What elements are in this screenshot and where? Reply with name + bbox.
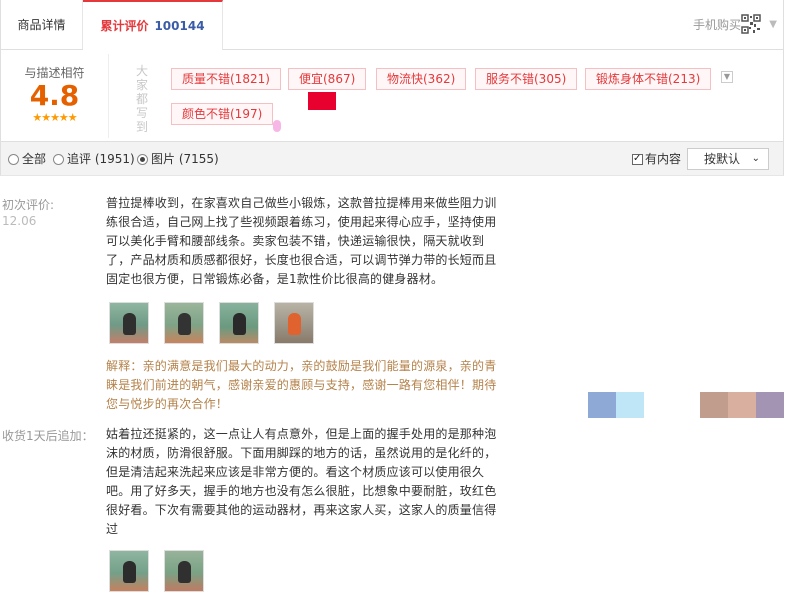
review-image[interactable] [219,302,259,344]
tag-quality[interactable]: 质量不错(1821) [171,68,281,90]
filter-images-label: 图片 (7155) [151,152,219,166]
color-swatch [700,392,728,418]
color-swatch [616,392,644,418]
tag-fast-shipping[interactable]: 物流快(362) [376,68,467,90]
review-line: 普拉提棒收到，在家喜欢自己做些小锻炼，这款普拉提棒用来做些阻力训 [106,196,497,210]
reply-line: 您与悦步的再次合作！ [106,397,229,411]
review-line: 但是清洁起来洗起来应该是非常方便的。看这个材质应该可以使用很久 [106,465,485,479]
tag-good-service[interactable]: 服务不错(305) [475,68,578,90]
chevron-down-icon[interactable]: ▼ [769,19,777,30]
radio-icon[interactable] [8,154,19,165]
tab-bar: 商品详情 累计评价 100144 手机购买 ▼ [0,0,784,50]
tag-exercise[interactable]: 锻炼身体不错(213) [585,68,712,90]
color-swatch [728,392,756,418]
qr-code-icon[interactable] [741,14,761,34]
reply-line: 睐是我们前进的朝气，感谢亲爱的惠顾与支持，感谢一路有您相伴！期待 [106,378,497,392]
star-icon: ★★★★★ [32,111,77,124]
review-line: 练很合适，自己网上找了些视频跟着练习，使用起来得心应手，坚持使用 [106,215,497,229]
radio-icon[interactable] [53,154,64,165]
color-swatch [756,392,784,418]
tab-reviews-label: 累计评价 [100,19,149,33]
first-review-date: 12.06 [2,214,37,228]
filter-images[interactable]: 图片 (7155) [137,152,219,166]
review-line: 吧。用了好多天，握手的地方也没有怎么很脏，比想象中要耐脏，玫红色 [106,484,497,498]
filter-bar: 全部 追评 (1951) 图片 (7155) 有内容 按默认 ⌄ [0,142,784,176]
filter-all-label: 全部 [22,152,47,166]
sort-select[interactable]: 按默认 ⌄ [687,148,769,170]
filter-followup[interactable]: 追评 (1951) [53,152,135,166]
tag-cheap[interactable]: 便宜(867) [288,68,367,90]
review-line: 固定也很方便，日常锻炼必备，是1款性价比很高的健身器材。 [106,272,444,286]
review-image[interactable] [164,302,204,344]
rating-box: 与描述相符 4.8 ★★★★★ [1,54,109,138]
first-review-images [109,302,314,344]
tab-product-details[interactable]: 商品详情 [1,0,83,49]
pink-mark [273,120,281,132]
radio-icon[interactable] [137,154,148,165]
review-line: 沫的材质，防滑很舒服。下面用脚踩的地方的话，虽然说用的是化纤的， [106,446,497,460]
filter-with-content-label: 有内容 [645,152,682,166]
chevron-down-icon[interactable]: ▼ [721,71,733,83]
red-mark [308,92,336,110]
filter-with-content[interactable]: 有内容 [632,152,681,166]
filter-all[interactable]: 全部 [8,152,46,166]
rating-summary: 与描述相符 4.8 ★★★★★ 大家都写到 质量不错(1821) 便宜(867)… [0,50,784,142]
tags-label: 大家都写到 [136,64,149,134]
chevron-down-icon: ⌄ [751,153,760,164]
followup-review-images [109,550,204,592]
review-line: 姑着拉还挺紧的，这一点让人有点意外，但是上面的握手处用的是那种泡 [106,427,497,441]
review-line: 很好看。下次有需要其他的运动器材，再来这家人买，这家人的质量信得 [106,503,497,517]
first-review-text: 普拉提棒收到，在家喜欢自己做些小锻炼，这款普拉提棒用来做些阻力训 练很合适，自己… [106,194,498,289]
filter-followup-label: 追评 (1951) [67,152,135,166]
review-image[interactable] [274,302,314,344]
tab-reviews-count: 100144 [154,19,205,33]
checkbox-icon[interactable] [632,152,643,166]
reply-line: 解释：亲的满意是我们最大的动力，亲的鼓励是我们能量的源泉，亲的青 [106,359,497,373]
followup-review-text: 姑着拉还挺紧的，这一点让人有点意外，但是上面的握手处用的是那种泡 沫的材质，防滑… [106,425,498,539]
review-line: 过 [106,522,119,536]
review-image[interactable] [109,550,149,592]
review-image[interactable] [109,302,149,344]
first-review-label: 初次评价: [2,198,55,212]
review-line: 可以美化手臂和腰部线条。卖家包装不错，快递运输很快，隔天就收到 [106,234,485,248]
color-swatch [588,392,616,418]
tag-color[interactable]: 颜色不错(197) [171,103,274,125]
review-image[interactable] [164,550,204,592]
sort-select-label: 按默认 [704,152,741,166]
rating-score: 4.8 [29,79,80,112]
seller-reply: 解释：亲的满意是我们最大的动力，亲的鼓励是我们能量的源泉，亲的青 睐是我们前进的… [106,357,498,414]
followup-label: 收货1天后追加： [2,429,94,443]
mobile-buy-link[interactable]: 手机购买 [693,0,741,50]
tab-reviews[interactable]: 累计评价 100144 [83,0,223,50]
review-line: 了，产品材质和质感都很好，长度也很合适，可以调节弹力带的长短而且 [106,253,497,267]
